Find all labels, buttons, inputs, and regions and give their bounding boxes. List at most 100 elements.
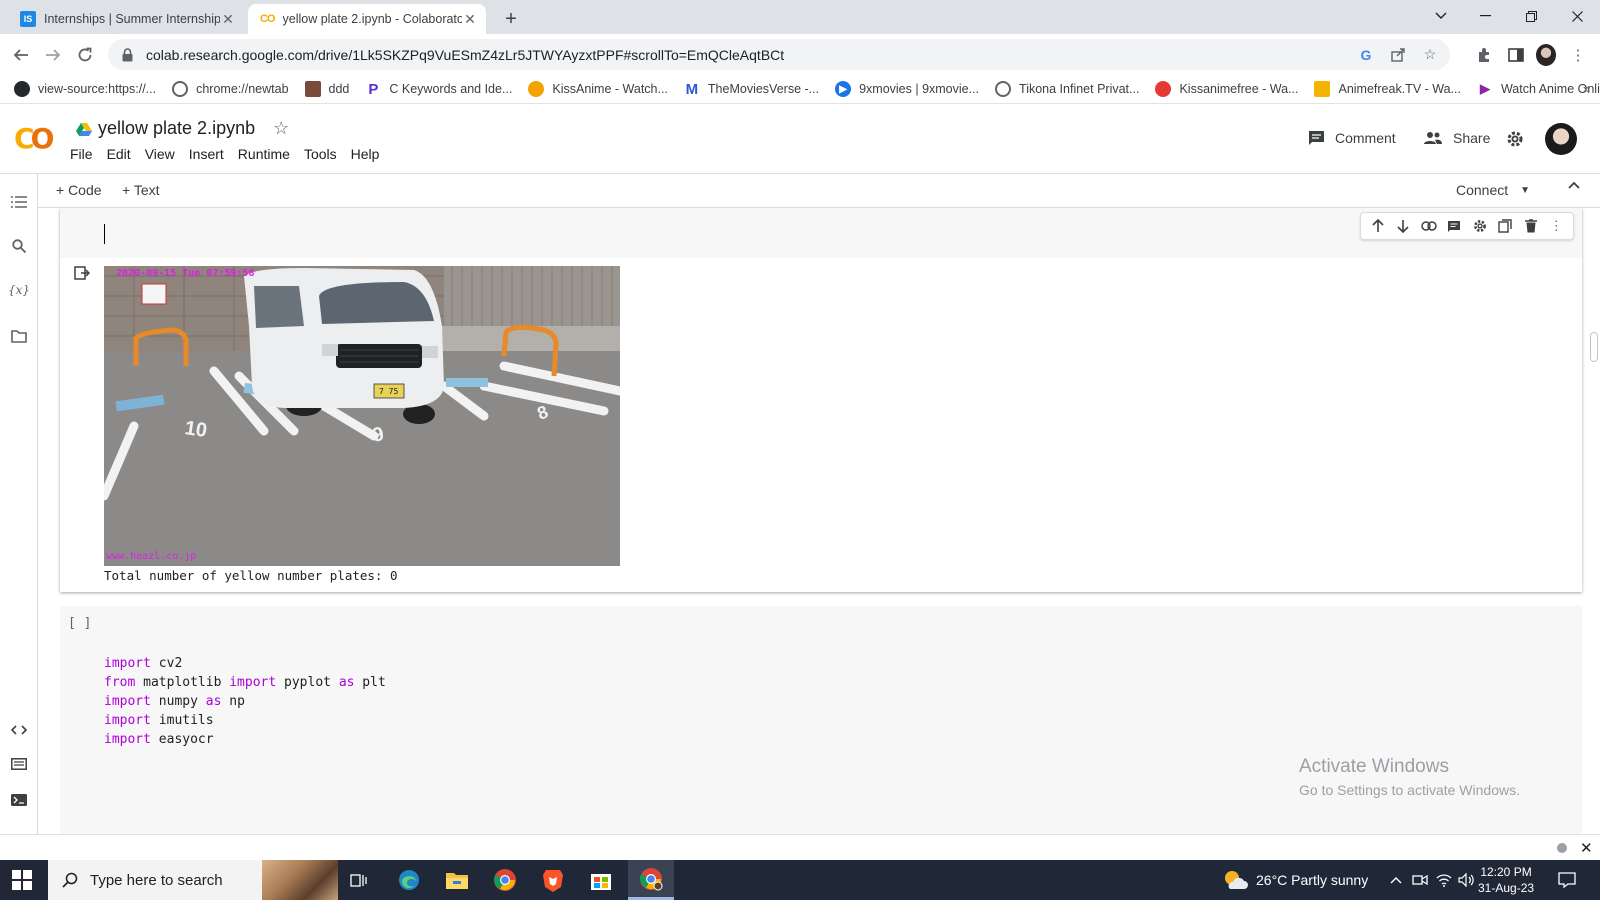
status-indicator-icon [1557, 843, 1567, 853]
add-comment-icon[interactable] [1445, 217, 1463, 235]
more-actions-icon[interactable]: ⋮ [1547, 217, 1565, 235]
windows-start-icon[interactable] [12, 870, 32, 890]
forward-icon[interactable] [40, 42, 66, 68]
chrome-menu-icon[interactable]: ⋮ [1568, 45, 1588, 65]
tab-search-icon[interactable] [1418, 0, 1464, 32]
bookmark-item[interactable]: P C Keywords and Ide... [365, 81, 512, 98]
kiss-icon [528, 81, 545, 97]
mirror-cell-icon[interactable] [1496, 217, 1514, 235]
microsoft-store-icon[interactable] [578, 860, 624, 900]
bookmark-item[interactable]: Tikona Infinet Privat... [995, 81, 1139, 97]
show-hidden-icons-chevron-icon[interactable] [1390, 860, 1402, 900]
cell-settings-gear-icon[interactable] [1471, 217, 1489, 235]
cell-input-editor[interactable] [60, 208, 1582, 258]
bookmark-star-icon[interactable]: ☆ [1422, 46, 1438, 63]
code-keyword: from [104, 675, 136, 690]
chrome-icon[interactable] [482, 860, 528, 900]
brave-browser-icon[interactable] [530, 860, 576, 900]
new-tab-icon[interactable]: + [498, 6, 524, 32]
space-number-10: 10 [183, 417, 208, 442]
bookmark-item[interactable]: Animefreak.TV - Wa... [1314, 81, 1461, 97]
bookmark-label: ddd [328, 82, 350, 96]
wifi-icon[interactable] [1436, 860, 1452, 900]
comment-button[interactable]: Comment [1308, 130, 1396, 146]
collapse-header-icon[interactable] [1568, 181, 1580, 189]
run-cell-button[interactable]: [ ] [68, 616, 91, 631]
bookmark-item[interactable]: M TheMoviesVerse -... [684, 81, 819, 98]
close-tab-icon[interactable]: ✕ [462, 11, 478, 27]
close-status-icon[interactable]: ✕ [1580, 839, 1593, 857]
move-cell-up-icon[interactable] [1369, 217, 1387, 235]
taskbar-search-box[interactable]: Type here to search [48, 860, 338, 900]
variables-icon[interactable]: {x} [8, 280, 30, 300]
meet-now-icon[interactable] [1412, 860, 1428, 900]
terminal-icon[interactable] [9, 790, 29, 810]
bookmark-item[interactable]: Kissanimefree - Wa... [1155, 81, 1298, 97]
share-page-icon[interactable] [1390, 47, 1406, 63]
table-of-contents-icon[interactable] [9, 192, 29, 212]
bookmark-item[interactable]: view-source:https://... [14, 81, 156, 97]
address-bar[interactable]: colab.research.google.com/drive/1Lk5SKZP… [108, 39, 1450, 70]
bookmark-item[interactable]: chrome://newtab [172, 81, 289, 97]
bookmark-item[interactable]: ddd [304, 81, 350, 97]
command-palette-icon[interactable] [9, 754, 29, 774]
output-menu-icon[interactable] [74, 266, 90, 280]
weather-widget[interactable]: 26°C Partly sunny [1222, 860, 1368, 900]
menu-file[interactable]: File [70, 146, 93, 162]
colab-logo[interactable]: CO [14, 122, 54, 155]
share-button[interactable]: Share [1423, 130, 1490, 146]
comment-icon [1308, 130, 1325, 146]
edge-browser-icon[interactable] [386, 860, 432, 900]
menu-runtime[interactable]: Runtime [238, 146, 290, 162]
bookmark-item[interactable]: ▶Watch Anime Onlin... [1477, 81, 1600, 97]
scrollbar-thumb[interactable] [1590, 332, 1598, 362]
back-icon[interactable] [8, 42, 34, 68]
add-code-button[interactable]: + Code [56, 182, 102, 198]
files-folder-icon[interactable] [9, 326, 29, 346]
google-icon[interactable]: G [1358, 47, 1374, 63]
side-panel-icon[interactable] [1506, 45, 1526, 65]
menu-help[interactable]: Help [351, 146, 380, 162]
settings-gear-icon[interactable] [1506, 130, 1524, 148]
menu-insert[interactable]: Insert [189, 146, 224, 162]
star-icon[interactable]: ☆ [273, 118, 289, 139]
volume-icon[interactable] [1458, 860, 1474, 900]
menu-tools[interactable]: Tools [304, 146, 337, 162]
bookmark-item[interactable]: ▶ 9xmovies | 9xmovie... [835, 81, 979, 97]
file-explorer-icon[interactable] [434, 860, 480, 900]
close-tab-icon[interactable]: ✕ [220, 11, 236, 27]
code-cell-active[interactable]: ⋮ 7 75 10 9 8 2020-09-15 Tue 07:59:58 ww… [60, 208, 1582, 592]
search-highlight-image[interactable] [262, 860, 338, 900]
minimize-icon[interactable] [1462, 0, 1508, 32]
link-to-cell-icon[interactable] [1420, 217, 1438, 235]
chrome-active-window-icon[interactable] [628, 860, 674, 900]
notifications-icon[interactable] [1558, 860, 1576, 900]
dropdown-caret-icon[interactable]: ▼ [1520, 185, 1530, 196]
search-icon[interactable] [9, 236, 29, 256]
code-snippets-icon[interactable] [9, 720, 29, 740]
windows-taskbar: Type here to search 26°C Partly sunny 12… [0, 860, 1600, 900]
task-view-icon[interactable] [336, 860, 382, 900]
restore-icon[interactable] [1508, 0, 1554, 32]
tab-colab[interactable]: CO yellow plate 2.ipynb - Colaborato ✕ [248, 4, 486, 34]
bookmark-item[interactable]: KissAnime - Watch... [528, 81, 668, 97]
delete-cell-icon[interactable] [1522, 217, 1540, 235]
notebook-title[interactable]: yellow plate 2.ipynb [98, 118, 255, 139]
close-window-icon[interactable] [1554, 0, 1600, 32]
system-clock[interactable]: 12:20 PM 31-Aug-23 [1478, 864, 1534, 896]
move-cell-down-icon[interactable] [1394, 217, 1412, 235]
menu-edit[interactable]: Edit [107, 146, 131, 162]
clock-date: 31-Aug-23 [1478, 881, 1535, 895]
menu-view[interactable]: View [145, 146, 175, 162]
user-avatar[interactable] [1545, 123, 1577, 155]
extensions-icon[interactable] [1474, 45, 1494, 65]
reload-icon[interactable] [72, 42, 98, 68]
profile-avatar[interactable] [1536, 44, 1556, 66]
connect-button[interactable]: Connect ▼ [1456, 182, 1530, 198]
bookmark-label: view-source:https://... [38, 82, 157, 96]
code-editor[interactable]: import cv2 from matplotlib import pyplot … [104, 654, 386, 749]
code-cell-imports[interactable]: [ ] import cv2 from matplotlib import pyp… [60, 606, 1582, 834]
more-bookmarks-icon[interactable]: » [1583, 81, 1590, 96]
add-text-button[interactable]: + Text [122, 182, 160, 198]
tab-internships[interactable]: IS Internships | Summer Internship 2 ✕ [8, 4, 244, 34]
